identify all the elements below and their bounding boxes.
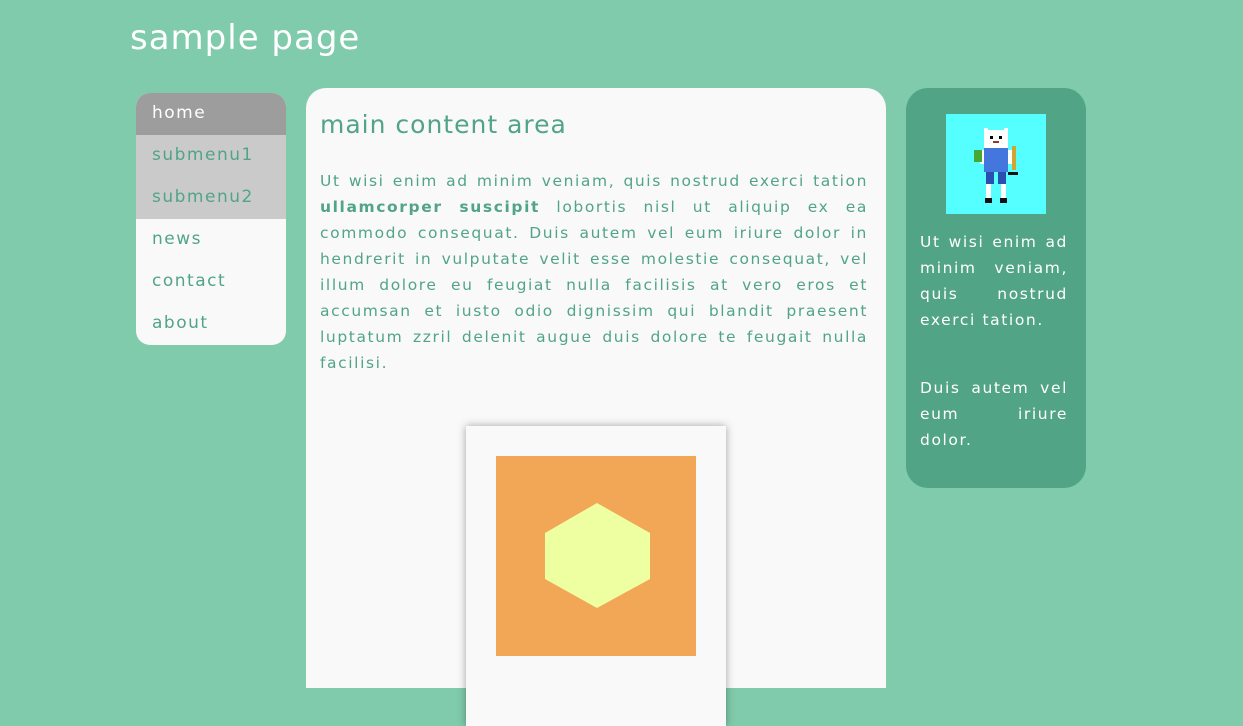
- right-sidebar: Ut wisi enim ad minim veniam, quis nostr…: [906, 88, 1086, 488]
- avatar: [946, 114, 1046, 214]
- nav-item-about[interactable]: about: [136, 303, 286, 345]
- main-heading: main content area: [320, 110, 567, 139]
- main-content: main content area Ut wisi enim ad minim …: [306, 88, 886, 726]
- sidebar-nav: home submenu1 submenu2 news contact abou…: [136, 93, 286, 345]
- nav-item-submenu1[interactable]: submenu1: [136, 135, 286, 177]
- sidebar-paragraph-1: Ut wisi enim ad minim veniam, quis nostr…: [920, 233, 1068, 329]
- nav-item-news[interactable]: news: [136, 219, 286, 261]
- nav-item-home[interactable]: home: [136, 93, 286, 135]
- main-paragraph-bold: ullamcorper suscipit: [320, 198, 541, 216]
- image-card: [466, 426, 726, 726]
- main-paragraph-text-start: Ut wisi enim ad minim veniam, quis nostr…: [320, 172, 868, 190]
- nav-item-contact[interactable]: contact: [136, 261, 286, 303]
- main-paragraph-text-end: lobortis nisl ut aliquip ex ea commodo c…: [320, 198, 868, 372]
- pixel-character-icon: [974, 128, 1018, 203]
- site-title: sample page: [130, 18, 361, 58]
- nav-item-submenu2[interactable]: submenu2: [136, 177, 286, 219]
- sidebar-paragraph-2: Duis autem vel eum iriure dolor.: [920, 379, 1068, 449]
- main-paragraph: Ut wisi enim ad minim veniam, quis nostr…: [320, 168, 868, 376]
- hexagon-graphic: [496, 456, 696, 656]
